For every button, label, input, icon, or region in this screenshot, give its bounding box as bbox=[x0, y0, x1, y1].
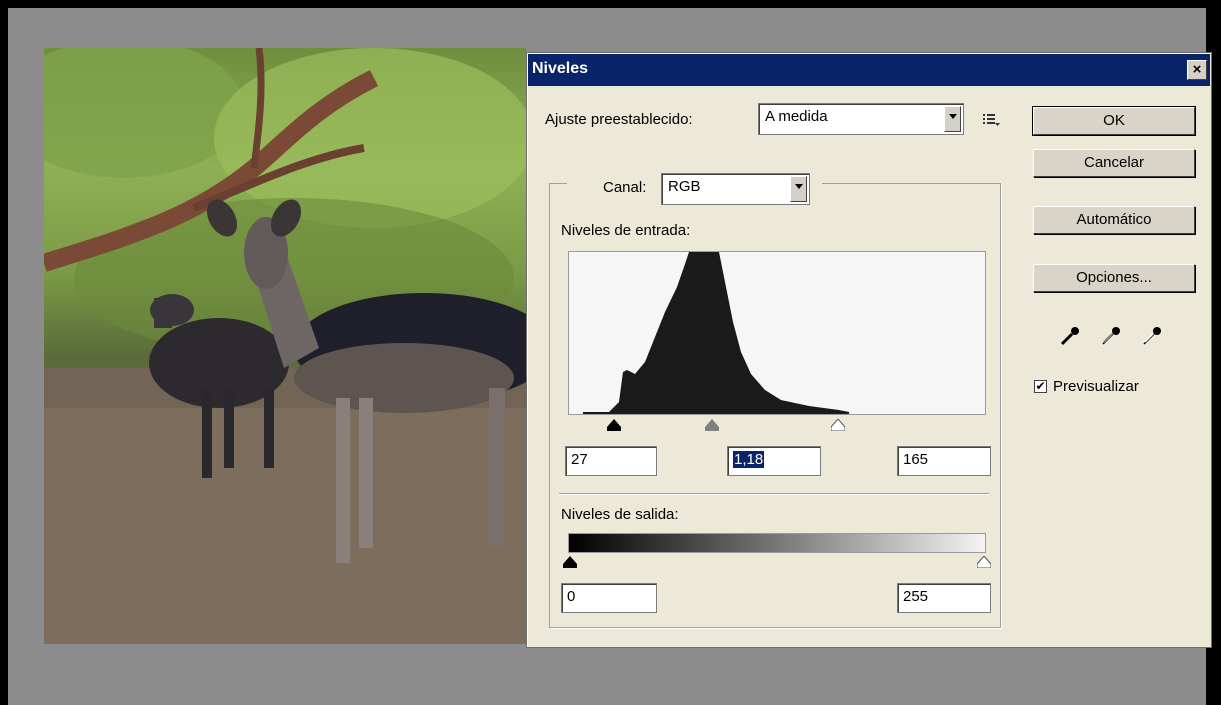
input-gamma-field[interactable]: 1,18 bbox=[727, 446, 821, 476]
output-levels-label: Niveles de salida: bbox=[561, 506, 679, 523]
output-black-field[interactable]: 0 bbox=[561, 583, 657, 613]
white-eyedropper-icon[interactable] bbox=[1141, 325, 1163, 347]
options-button[interactable]: Opciones... bbox=[1033, 264, 1195, 292]
channel-select[interactable]: RGB bbox=[661, 173, 810, 205]
close-button[interactable]: × bbox=[1187, 60, 1207, 80]
auto-button[interactable]: Automático bbox=[1033, 206, 1195, 234]
chevron-down-icon[interactable] bbox=[790, 176, 807, 202]
document-image bbox=[44, 48, 526, 644]
input-black-slider[interactable] bbox=[607, 419, 621, 431]
input-gamma-value: 1,18 bbox=[733, 451, 765, 468]
preview-checkbox[interactable]: ✔ bbox=[1034, 380, 1047, 393]
histogram bbox=[568, 251, 986, 415]
output-gradient bbox=[568, 533, 986, 553]
input-black-field[interactable]: 27 bbox=[565, 446, 657, 476]
channel-label: Canal: bbox=[603, 179, 647, 196]
preset-select[interactable]: A medida bbox=[758, 103, 964, 135]
input-gamma-slider[interactable] bbox=[705, 419, 719, 431]
dialog-title: Niveles bbox=[532, 60, 589, 77]
chevron-down-icon[interactable] bbox=[944, 106, 961, 132]
preset-menu-icon[interactable] bbox=[983, 113, 1001, 127]
channel-value: RGB bbox=[668, 178, 701, 195]
output-black-slider[interactable] bbox=[563, 556, 577, 568]
output-white-field[interactable]: 255 bbox=[897, 583, 991, 613]
input-levels-label: Niveles de entrada: bbox=[561, 222, 691, 239]
preview-label: Previsualizar bbox=[1053, 378, 1139, 395]
cancel-button[interactable]: Cancelar bbox=[1033, 149, 1195, 177]
divider bbox=[559, 493, 989, 495]
gray-eyedropper-icon[interactable] bbox=[1100, 325, 1122, 347]
output-white-slider[interactable] bbox=[977, 556, 991, 568]
dialog-titlebar[interactable]: Niveles × bbox=[528, 54, 1210, 86]
preset-value: A medida bbox=[765, 108, 828, 125]
black-eyedropper-icon[interactable] bbox=[1059, 325, 1081, 347]
levels-dialog: Niveles × Ajuste preestablecido: A medid… bbox=[526, 52, 1212, 648]
input-white-field[interactable]: 165 bbox=[897, 446, 991, 476]
input-white-slider[interactable] bbox=[831, 419, 845, 431]
ok-button[interactable]: OK bbox=[1032, 106, 1196, 136]
preset-label: Ajuste preestablecido: bbox=[545, 111, 693, 128]
